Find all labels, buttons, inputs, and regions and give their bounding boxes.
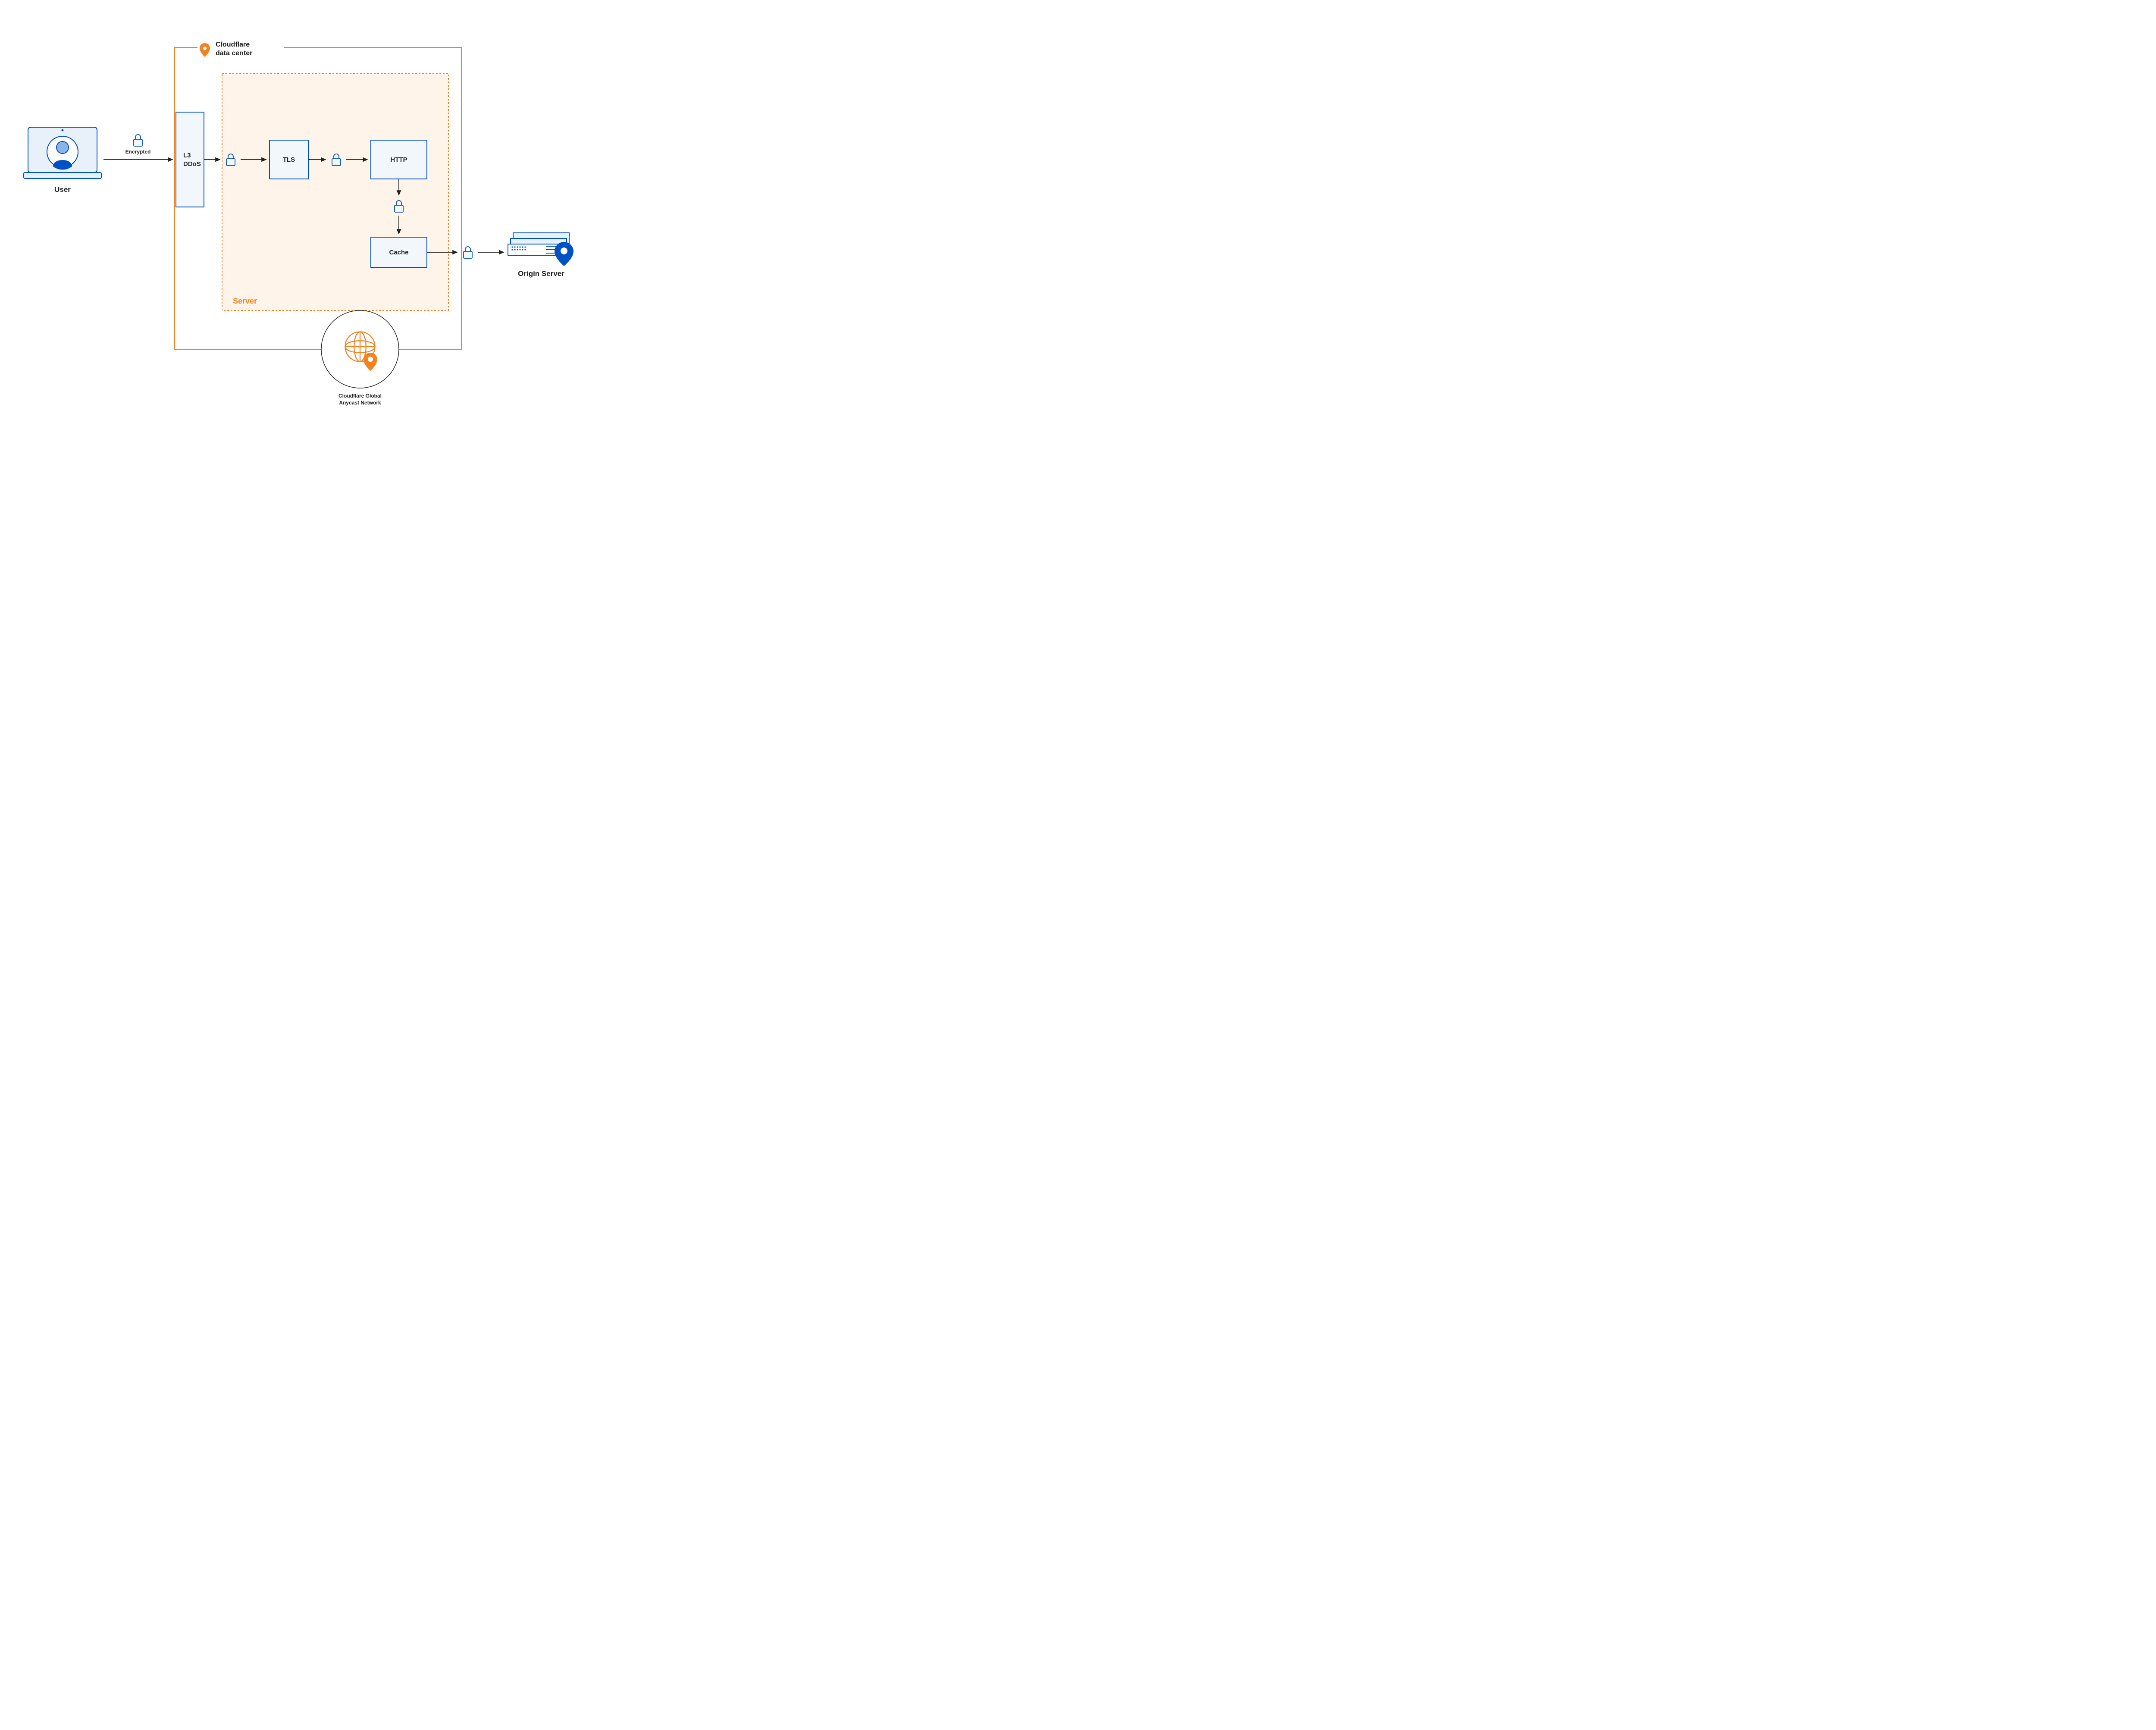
architecture-diagram: Cloudflare data center Server L3 DDoS TL… — [0, 0, 661, 432]
anycast-label-1: Cloudflare Global — [338, 393, 382, 399]
datacenter-title-line2: data center — [216, 50, 252, 57]
origin-server-icon — [508, 233, 573, 266]
encrypted-label: Encrypted — [125, 149, 151, 155]
lock-icon — [464, 247, 472, 258]
cache-label: Cache — [389, 249, 408, 256]
server-outline — [222, 73, 448, 310]
l3-ddos-box — [176, 112, 204, 207]
location-pin-icon — [200, 43, 210, 57]
lock-icon — [134, 135, 142, 146]
datacenter-title-line1: Cloudflare — [216, 41, 250, 48]
http-label: HTTP — [390, 156, 407, 163]
anycast-label-2: Anycast Network — [339, 400, 381, 406]
origin-server-label: Origin Server — [518, 270, 564, 278]
user-label: User — [54, 185, 71, 194]
user-laptop-icon — [24, 127, 101, 179]
tls-label: TLS — [283, 156, 295, 163]
anycast-network-icon — [321, 310, 399, 388]
server-label: Server — [233, 297, 257, 305]
l3-ddos-label-2: DDoS — [183, 160, 201, 168]
l3-ddos-label-1: L3 — [183, 152, 191, 159]
